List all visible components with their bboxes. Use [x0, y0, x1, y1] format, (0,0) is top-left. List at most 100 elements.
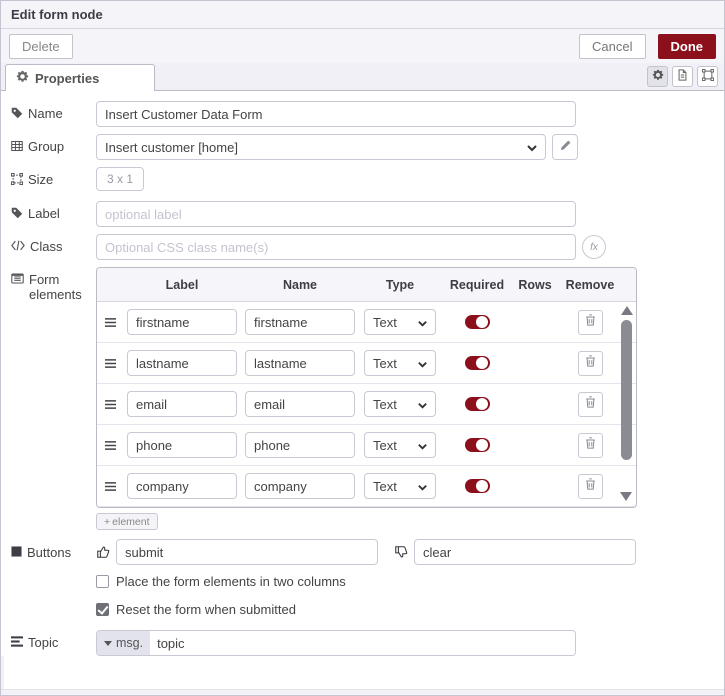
- two-columns-checkbox[interactable]: [96, 575, 109, 588]
- submit-button-input[interactable]: [116, 539, 378, 565]
- cancel-button[interactable]: Cancel: [579, 33, 646, 59]
- reset-form-row: Reset the form when submitted: [96, 602, 714, 617]
- element-label-input[interactable]: [127, 350, 237, 376]
- trash-icon: [585, 313, 596, 331]
- buttons-row: Buttons: [11, 539, 714, 565]
- dialog-buttonbar: Delete Cancel Done: [1, 29, 724, 63]
- tab-properties[interactable]: Properties: [5, 64, 155, 91]
- drag-handle-icon[interactable]: [97, 358, 123, 369]
- required-toggle[interactable]: [464, 356, 490, 370]
- drag-handle-icon[interactable]: [97, 481, 123, 492]
- tab-icon-group: [647, 66, 718, 87]
- element-label-input[interactable]: [127, 473, 237, 499]
- delete-element-button[interactable]: [577, 432, 603, 458]
- object-group-icon: [10, 172, 24, 188]
- form-elements-table: Label Name Type Required Rows Remove fir…: [96, 267, 637, 508]
- delete-element-button[interactable]: [577, 473, 603, 499]
- element-name-input[interactable]: [245, 350, 355, 376]
- done-button[interactable]: Done: [657, 33, 716, 59]
- trash-icon: [585, 395, 596, 413]
- two-columns-row: Place the form elements in two columns: [96, 574, 714, 589]
- size-label: Size: [10, 167, 96, 188]
- element-label-input[interactable]: [127, 391, 237, 417]
- form-elements-label: Form elements: [11, 267, 96, 302]
- delete-element-button[interactable]: [577, 391, 603, 417]
- properties-panel: Name Group Insert customer [home]: [1, 91, 724, 656]
- chevron-down-icon: [417, 440, 428, 455]
- properties-tab-button[interactable]: [647, 66, 668, 87]
- table-header: Label Name Type Required Rows Remove: [97, 268, 636, 302]
- element-label-input[interactable]: [127, 309, 237, 335]
- element-name-input[interactable]: [245, 309, 355, 335]
- element-type-select[interactable]: Text: [364, 473, 436, 499]
- label-label: Label: [11, 201, 96, 222]
- required-toggle[interactable]: [464, 438, 490, 452]
- chevron-down-icon: [417, 358, 428, 373]
- header-rows: Rows: [518, 277, 552, 292]
- class-row: Class fx: [11, 234, 714, 260]
- add-element-button[interactable]: + element: [96, 513, 158, 530]
- scroll-up-arrow[interactable]: [620, 306, 633, 315]
- topic-input[interactable]: [150, 631, 575, 655]
- thumbs-down-icon: [394, 545, 408, 559]
- scroll-down-arrow[interactable]: [620, 492, 632, 501]
- group-label: Group: [11, 134, 96, 155]
- topic-row: Topic msg.: [11, 630, 714, 656]
- required-toggle[interactable]: [464, 397, 490, 411]
- element-type-select[interactable]: Text: [364, 391, 436, 417]
- plus-icon: +: [104, 515, 111, 528]
- name-row: Name: [11, 101, 714, 127]
- edit-group-button[interactable]: [552, 134, 578, 160]
- header-type: Type: [385, 277, 415, 292]
- label-input[interactable]: [96, 201, 576, 227]
- caret-down-icon: [104, 640, 112, 646]
- element-name-input[interactable]: [245, 432, 355, 458]
- chevron-down-icon: [417, 399, 428, 414]
- size-button[interactable]: 3 x 1: [96, 167, 145, 191]
- element-name-input[interactable]: [245, 473, 355, 499]
- appearance-tab-button[interactable]: [697, 66, 718, 87]
- element-type-select[interactable]: Text: [364, 309, 436, 335]
- delete-button[interactable]: Delete: [9, 33, 73, 59]
- form-element-row: Text: [97, 384, 636, 425]
- square-icon: [11, 545, 22, 560]
- two-columns-label: Place the form elements in two columns: [116, 574, 346, 589]
- form-element-row: Text: [97, 466, 636, 507]
- required-toggle[interactable]: [464, 479, 490, 493]
- required-toggle[interactable]: [464, 315, 490, 329]
- code-icon: [11, 239, 25, 254]
- description-tab-button[interactable]: [672, 66, 693, 87]
- element-name-input[interactable]: [245, 391, 355, 417]
- header-name: Name: [282, 277, 318, 292]
- element-label-input[interactable]: [127, 432, 237, 458]
- appearance-icon: [701, 68, 714, 84]
- element-type-select[interactable]: Text: [364, 350, 436, 376]
- scrollbar-thumb[interactable]: [621, 320, 632, 460]
- drag-handle-icon[interactable]: [97, 440, 123, 451]
- header-required: Required: [449, 277, 505, 292]
- clear-button-input[interactable]: [414, 539, 636, 565]
- fx-icon: fx: [590, 241, 598, 253]
- header-remove: Remove: [565, 277, 615, 292]
- element-type-select[interactable]: Text: [364, 432, 436, 458]
- drag-handle-icon[interactable]: [97, 317, 123, 328]
- class-input[interactable]: [96, 234, 576, 260]
- dialog-title: Edit form node: [11, 7, 103, 22]
- form-element-row: Text: [97, 425, 636, 466]
- reset-form-checkbox[interactable]: [96, 603, 109, 616]
- delete-element-button[interactable]: [577, 309, 603, 335]
- form-element-row: Text: [97, 343, 636, 384]
- form-element-row: Text: [97, 302, 636, 343]
- group-select[interactable]: Insert customer [home]: [96, 134, 546, 160]
- scrollbar[interactable]: [619, 304, 634, 505]
- delete-element-button[interactable]: [577, 350, 603, 376]
- drag-handle-icon[interactable]: [97, 399, 123, 410]
- list-alt-icon: [11, 272, 24, 287]
- topic-label: Topic: [11, 630, 96, 650]
- gear-icon: [16, 70, 29, 86]
- msg-type-button[interactable]: msg.: [97, 631, 151, 655]
- header-label: Label: [165, 277, 199, 292]
- gear-icon: [652, 69, 664, 84]
- dynamic-class-button[interactable]: fx: [582, 235, 606, 259]
- name-input[interactable]: [96, 101, 576, 127]
